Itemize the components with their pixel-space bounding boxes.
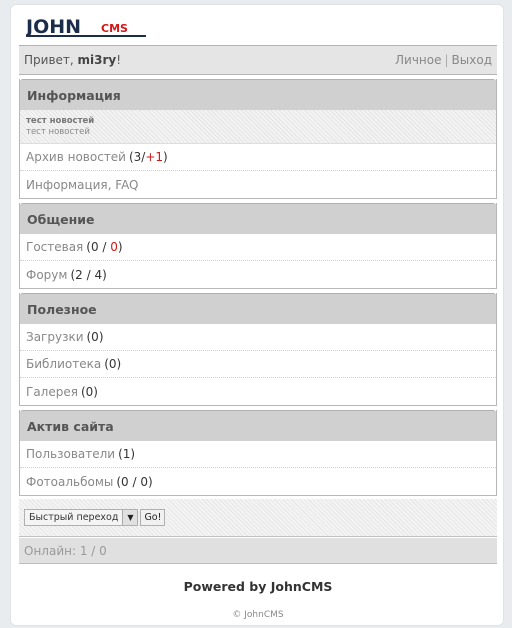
section-site-activity: Актив сайта Пользователи (1) Фотоальбомы… [19,410,497,496]
users-link[interactable]: Пользователи [26,447,115,461]
news-archive-count: (3/+1) [128,150,168,164]
gallery-count: (0) [80,384,98,399]
quick-jump-selected: Быстрый переход [29,512,119,523]
list-item-gallery: Галерея (0) [20,378,496,405]
list-item-library: Библиотека (0) [20,351,496,378]
logo-sub-text: CMS [101,22,128,35]
downloads-count: (0) [86,330,104,344]
section-title: Общение [20,203,496,234]
users-count: (1) [118,447,136,461]
list-item-downloads: Загрузки (0) [20,324,496,351]
list-item-photo-albums: Фотоальбомы (0 / 0) [20,468,496,495]
logo[interactable]: JOHN CMS [19,5,497,45]
online-counter[interactable]: Онлайн: 1 / 0 [19,538,497,564]
news-preview: тест новостей тест новостей [20,110,496,144]
gallery-link[interactable]: Галерея [26,385,78,399]
quick-jump-select[interactable]: Быстрый переход ▼ [24,509,139,526]
content: JOHN CMS Привет, mi3ry! Личное | Выход Инф… [19,5,497,620]
photo-albums-link[interactable]: Фотоальбомы [26,475,113,489]
news-body: тест новостей [26,127,90,137]
logout-link[interactable]: Выход [452,53,492,67]
logo-main-text: JOHN [26,17,81,38]
greeting-exclaim: ! [116,53,122,67]
link-separator: | [444,53,449,67]
library-link[interactable]: Библиотека [26,357,101,371]
downloads-link[interactable]: Загрузки [26,330,84,344]
forum-count: (2 / 4) [70,267,107,282]
personal-link[interactable]: Личное [395,53,441,67]
section-social: Общение Гостевая (0 / 0) Форум (2 / 4) [19,203,497,289]
section-title: Информация [20,79,496,110]
section-title: Актив сайта [20,410,496,441]
list-item-news-archive: Архив новостей (3/+1) [20,144,496,171]
photo-albums-count: (0 / 0) [116,474,153,489]
powered-by: Powered by JohnCMS [183,579,333,594]
guestbook-link[interactable]: Гостевая [26,240,83,254]
quick-jump-bar: Быстрый переход ▼ Go! [19,499,497,537]
greeting: Привет, mi3ry! [24,53,121,67]
chevron-down-icon[interactable]: ▼ [122,510,138,525]
section-useful: Полезное Загрузки (0) Библиотека (0) Гал… [19,293,497,406]
username: mi3ry [77,53,117,67]
user-bar: Привет, mi3ry! Личное | Выход [19,45,497,75]
go-button[interactable]: Go! [140,509,166,526]
list-item-forum: Форум (2 / 4) [20,261,496,288]
greeting-text: Привет, [24,53,78,67]
forum-link[interactable]: Форум [26,268,67,282]
user-links: Личное | Выход [395,53,492,67]
section-title: Полезное [20,293,496,324]
library-count: (0) [104,357,122,371]
news-archive-link[interactable]: Архив новостей [26,150,126,164]
copyright: © JohnCMS [232,610,284,620]
section-info: Информация тест новостей тест новостей А… [19,79,497,199]
list-item-guestbook: Гостевая (0 / 0) [20,234,496,261]
guestbook-count: (0 / 0) [86,240,123,254]
list-item-faq: Информация, FAQ [20,171,496,198]
page-container: JOHN CMS Привет, mi3ry! Личное | Выход Инф… [10,4,504,626]
list-item-users: Пользователи (1) [20,441,496,468]
faq-link[interactable]: Информация, FAQ [26,178,139,192]
johncms-logo: JOHN CMS [26,17,146,38]
news-title[interactable]: тест новостей [26,116,496,127]
